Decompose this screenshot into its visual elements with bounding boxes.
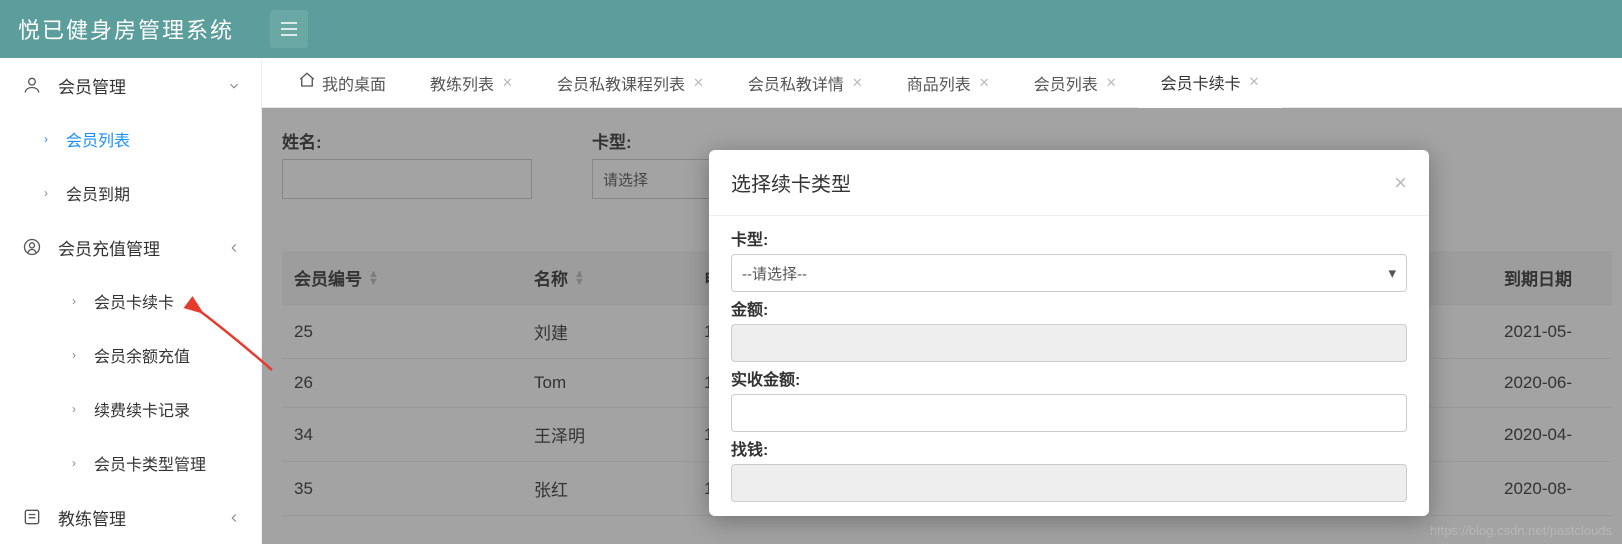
field-amount-label: 金额: [731,296,1407,320]
close-icon[interactable]: ✕ [502,75,513,91]
watermark: https://blog.csdn.net/pastclouds [1430,523,1612,538]
tab-label: 我的桌面 [322,71,386,95]
home-icon [298,71,316,94]
list-icon [22,507,42,527]
sidebar-item-member-expire[interactable]: › 会员到期 [0,166,261,220]
tab-label: 会员私教详情 [748,71,844,95]
col-date[interactable]: 到期日期 [1492,251,1612,305]
tab-label: 会员列表 [1034,71,1098,95]
tab-course-list[interactable]: 会员私教课程列表 ✕ [535,58,726,108]
chevron-left-icon [227,240,241,254]
col-id[interactable]: 会员编号▲▼ [282,251,522,305]
field-amount-input [731,324,1407,362]
tab-card-renew[interactable]: 会员卡续卡 ✕ [1139,58,1282,108]
sidebar-item-label: 会员到期 [66,181,130,205]
menu-icon [280,22,298,36]
close-icon[interactable]: ✕ [693,75,704,91]
chevron-right-icon: › [72,456,76,470]
close-icon[interactable]: ✕ [979,75,990,91]
app-title: 悦已健身房管理系统 [18,13,234,45]
chevron-right-icon: › [72,348,76,362]
sidebar: 会员管理 › 会员列表 › 会员到期 会员充值管理 › 会员卡续卡 [0,58,262,544]
tab-product-list[interactable]: 商品列表 ✕ [885,58,1012,108]
modal-renew: 选择续卡类型 × 卡型: --请选择-- ▾ 金额: 实收金额: 找钱: [709,150,1429,516]
chevron-right-icon: › [72,402,76,416]
sidebar-item-card-renew[interactable]: › 会员卡续卡 [0,274,261,328]
sidebar-item-renew-record[interactable]: › 续费续卡记录 [0,382,261,436]
filter-name-label: 姓名: [282,128,532,153]
close-icon[interactable]: ✕ [1106,75,1117,91]
field-paid-label: 实收金额: [731,366,1407,390]
sort-icon: ▲▼ [574,270,585,286]
chevron-right-icon: › [72,294,76,308]
badge-icon [22,237,42,257]
tabs: 我的桌面 教练列表 ✕ 会员私教课程列表 ✕ 会员私教详情 ✕ 商品列表 ✕ 会… [262,58,1622,108]
close-icon[interactable]: ✕ [852,75,863,91]
sidebar-item-label: 会员余额充值 [94,343,190,367]
select-value: 请选择 [603,169,648,190]
sidebar-item-label: 会员充值管理 [58,235,160,260]
sidebar-item-label: 教练管理 [58,505,126,530]
field-cardtype-select[interactable]: --请选择-- ▾ [731,254,1407,292]
field-change-input [731,464,1407,502]
tab-desktop[interactable]: 我的桌面 [276,58,408,108]
tab-label: 会员卡续卡 [1161,70,1241,94]
close-icon[interactable]: × [1394,170,1407,196]
chevron-down-icon [227,78,241,92]
col-name[interactable]: 名称▲▼ [522,251,692,305]
sidebar-group-recharge[interactable]: 会员充值管理 [0,220,261,274]
chevron-left-icon [227,510,241,524]
tab-coach-detail[interactable]: 会员私教详情 ✕ [726,58,885,108]
sidebar-item-balance-recharge[interactable]: › 会员余额充值 [0,328,261,382]
select-value: --请选择-- [742,263,807,284]
filter-name-input[interactable] [282,159,532,199]
close-icon[interactable]: ✕ [1249,74,1260,90]
tab-member-list[interactable]: 会员列表 ✕ [1012,58,1139,108]
sidebar-item-label: 会员列表 [66,127,130,151]
tab-coach-list[interactable]: 教练列表 ✕ [408,58,535,108]
tab-label: 会员私教课程列表 [557,71,685,95]
modal-title: 选择续卡类型 [731,168,851,197]
sidebar-group-coach[interactable]: 教练管理 [0,490,261,544]
chevron-down-icon: ▾ [1388,264,1396,282]
sidebar-item-card-type-mgmt[interactable]: › 会员卡类型管理 [0,436,261,490]
field-change-label: 找钱: [731,436,1407,460]
tab-label: 教练列表 [430,71,494,95]
chevron-right-icon: › [44,132,48,146]
menu-toggle-button[interactable] [270,10,308,48]
sidebar-item-label: 会员卡续卡 [94,289,174,313]
sidebar-item-label: 会员管理 [58,73,126,98]
sidebar-item-member-list[interactable]: › 会员列表 [0,112,261,166]
field-paid-input[interactable] [731,394,1407,432]
sidebar-item-label: 会员卡类型管理 [94,451,206,475]
sidebar-group-member[interactable]: 会员管理 [0,58,261,112]
field-cardtype-label: 卡型: [731,226,1407,250]
user-icon [22,75,42,95]
sidebar-item-label: 续费续卡记录 [94,397,190,421]
chevron-right-icon: › [44,186,48,200]
sort-icon: ▲▼ [368,270,379,286]
tab-label: 商品列表 [907,71,971,95]
topbar: 悦已健身房管理系统 [0,0,1622,58]
